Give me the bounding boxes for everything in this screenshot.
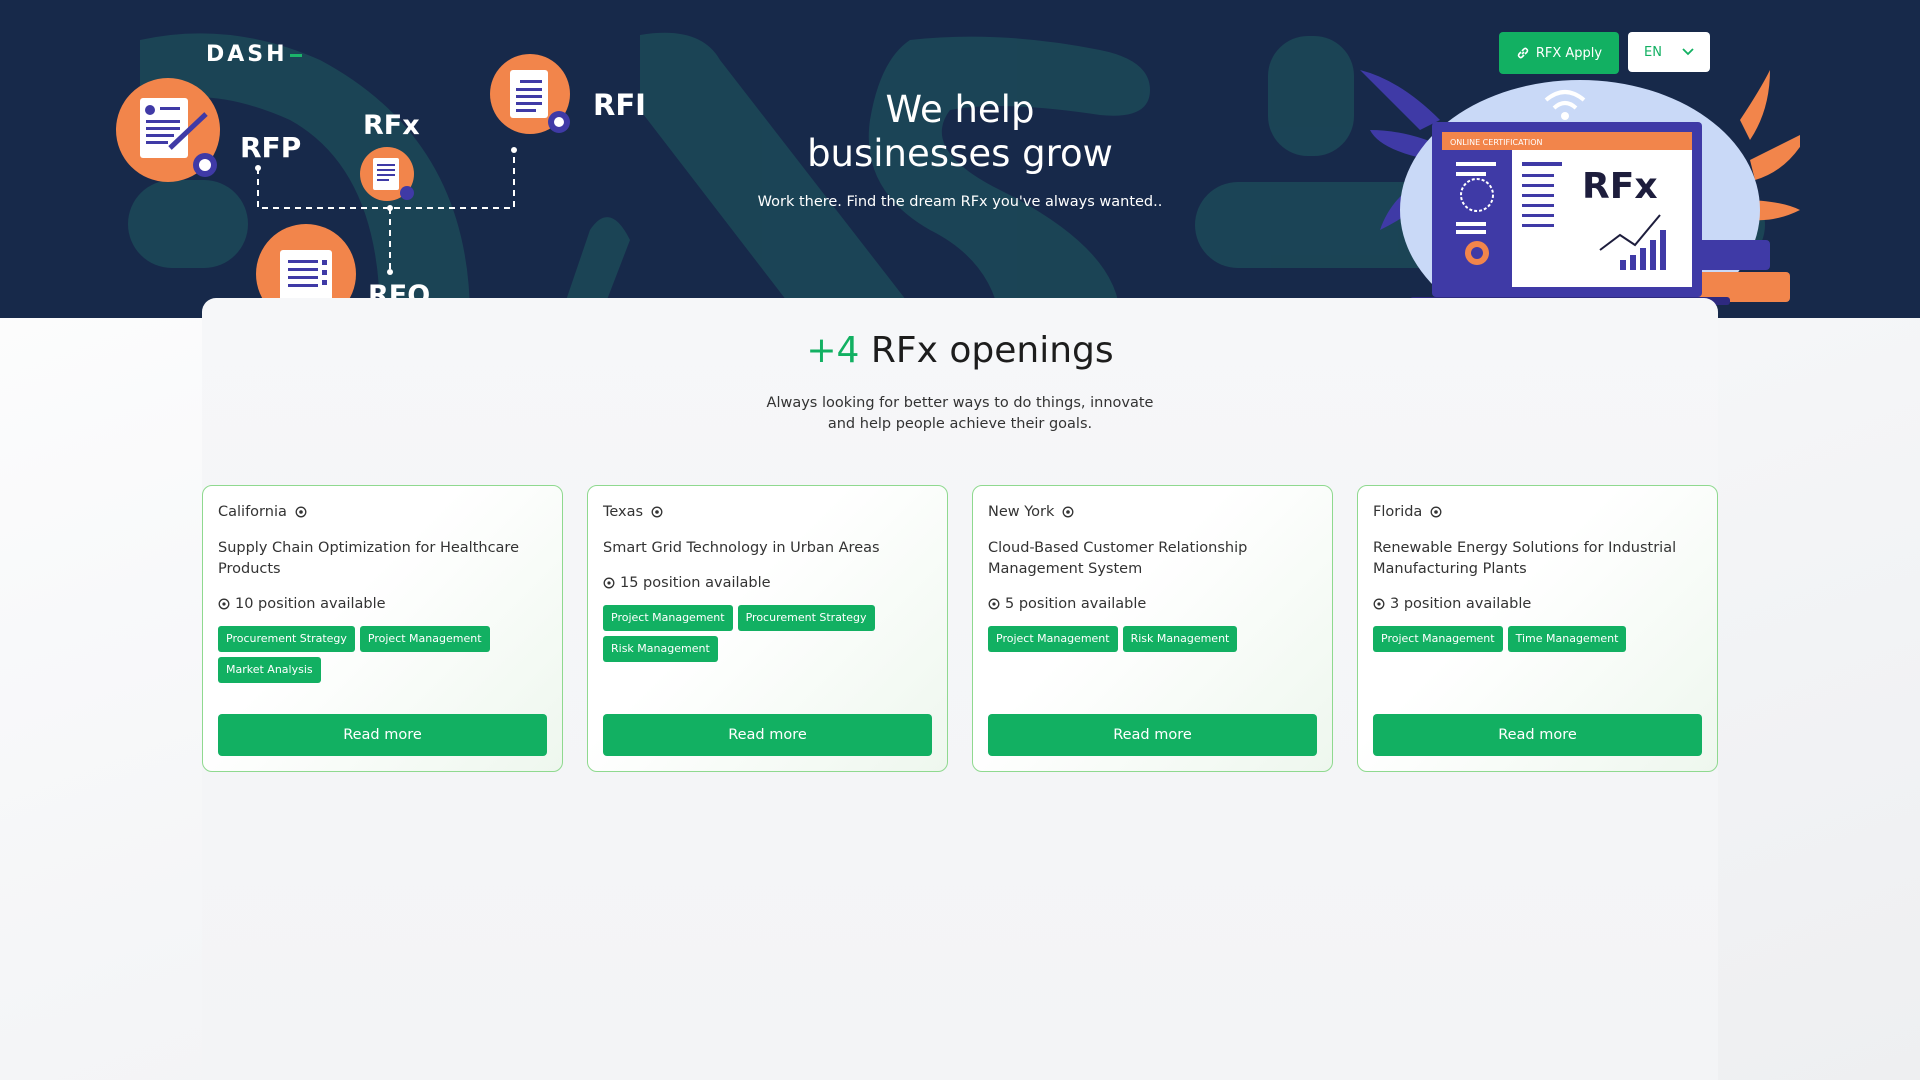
location-pin-icon: [295, 506, 307, 518]
online-certification-illustration: ONLINE CERTIFICATION RFx: [1360, 70, 1800, 318]
rfx-process-illustration: [116, 54, 570, 318]
language-select[interactable]: EN: [1628, 32, 1710, 72]
opening-card: California Supply Chain Optimization for…: [202, 485, 563, 772]
card-positions: 15 position available: [603, 575, 932, 591]
svg-text:ONLINE CERTIFICATION: ONLINE CERTIFICATION: [1450, 138, 1542, 147]
card-tags: Project Management Procurement Strategy …: [603, 605, 903, 662]
opening-card: New York Cloud-Based Customer Relationsh…: [972, 485, 1333, 772]
card-location: California: [218, 502, 547, 522]
tag[interactable]: Risk Management: [603, 636, 718, 662]
hero-banner: DASH RFP RFx RFI RFQ We help businesses …: [0, 0, 1920, 318]
hero-subtitle: Work there. Find the dream RFx you've al…: [757, 194, 1163, 210]
card-title: Renewable Energy Solutions for Industria…: [1373, 540, 1677, 577]
tag[interactable]: Project Management: [988, 626, 1118, 652]
rfx-label: RFx: [363, 110, 420, 141]
tag[interactable]: Project Management: [1373, 626, 1503, 652]
read-more-button[interactable]: Read more: [988, 714, 1317, 756]
openings-title: +4 RFx openings: [806, 330, 1114, 371]
card-tags: Procurement Strategy Project Management …: [218, 626, 518, 683]
card-positions: 10 position available: [218, 596, 547, 612]
rfi-label: RFI: [593, 88, 646, 122]
card-positions: 5 position available: [988, 596, 1317, 612]
tag[interactable]: Project Management: [359, 626, 490, 652]
target-icon: [218, 598, 230, 610]
tag[interactable]: Procurement Strategy: [737, 605, 875, 631]
card-tags: Project Management Time Management: [1373, 626, 1673, 652]
link-icon: [1517, 47, 1529, 59]
card-positions: 3 position available: [1373, 596, 1702, 612]
rfx-apply-button[interactable]: RFX Apply: [1499, 32, 1619, 74]
opening-card: Texas Smart Grid Technology in Urban Are…: [587, 485, 948, 772]
svg-text:RFx: RFx: [1582, 166, 1658, 207]
hero-title: We help businesses grow: [807, 88, 1113, 175]
target-icon: [603, 577, 615, 589]
location-pin-icon: [1430, 506, 1442, 518]
card-location: New York: [988, 502, 1317, 522]
tag[interactable]: Market Analysis: [218, 657, 321, 683]
location-pin-icon: [1062, 506, 1074, 518]
openings-card-list: California Supply Chain Optimization for…: [202, 485, 1718, 772]
rfx-apply-label: RFX Apply: [1535, 45, 1603, 61]
opening-card: Florida Renewable Energy Solutions for I…: [1357, 485, 1718, 772]
read-more-button[interactable]: Read more: [603, 714, 932, 756]
location-pin-icon: [651, 506, 663, 518]
read-more-button[interactable]: Read more: [1373, 714, 1702, 756]
target-icon: [1373, 598, 1385, 610]
card-title: Smart Grid Technology in Urban Areas: [603, 540, 880, 556]
read-more-button[interactable]: Read more: [218, 714, 547, 756]
tag[interactable]: Project Management: [603, 605, 733, 631]
openings-subtitle: Always looking for better ways to do thi…: [766, 395, 1154, 432]
chevron-down-icon: [1682, 48, 1694, 56]
tag[interactable]: Procurement Strategy: [218, 626, 355, 652]
language-value: EN: [1644, 44, 1662, 60]
target-icon: [988, 598, 1000, 610]
tag[interactable]: Time Management: [1507, 626, 1627, 652]
openings-count: +4: [806, 330, 860, 371]
card-location: Texas: [603, 502, 932, 522]
card-title: Supply Chain Optimization for Healthcare…: [218, 540, 519, 577]
tag[interactable]: Risk Management: [1122, 626, 1238, 652]
rfp-label: RFP: [240, 131, 302, 164]
card-location: Florida: [1373, 502, 1702, 522]
card-title: Cloud-Based Customer Relationship Manage…: [988, 540, 1248, 577]
card-tags: Project Management Risk Management: [988, 626, 1288, 652]
